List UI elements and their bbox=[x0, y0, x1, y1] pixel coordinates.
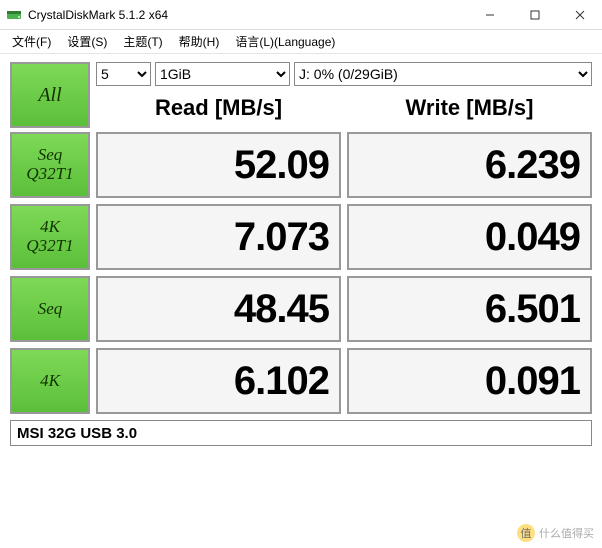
seq-button[interactable]: Seq bbox=[10, 276, 90, 342]
watermark-icon: 值 bbox=[517, 524, 535, 542]
menu-settings[interactable]: 设置(S) bbox=[61, 31, 113, 52]
write-header: Write [MB/s] bbox=[347, 95, 592, 121]
menubar: 文件(F) 设置(S) 主题(T) 帮助(H) 语言(L)(Language) bbox=[0, 30, 602, 54]
seq-write-value: 6.501 bbox=[347, 276, 592, 342]
content-area: All 5 1GiB J: 0% (0/29GiB) Read [MB/s] W… bbox=[0, 54, 602, 452]
parameter-selects: 5 1GiB J: 0% (0/29GiB) bbox=[96, 62, 592, 86]
4k-write-value: 0.091 bbox=[347, 348, 592, 414]
device-name-input[interactable] bbox=[10, 420, 592, 446]
app-icon bbox=[6, 7, 22, 23]
window-title: CrystalDiskMark 5.1.2 x64 bbox=[28, 8, 168, 22]
minimize-button[interactable] bbox=[467, 0, 512, 29]
seq-read-value: 48.45 bbox=[96, 276, 341, 342]
close-button[interactable] bbox=[557, 0, 602, 29]
drive-select[interactable]: J: 0% (0/29GiB) bbox=[294, 62, 592, 86]
4k-q32t1-write-value: 0.049 bbox=[347, 204, 592, 270]
run-all-button[interactable]: All bbox=[10, 62, 90, 128]
maximize-button[interactable] bbox=[512, 0, 557, 29]
read-header: Read [MB/s] bbox=[96, 95, 341, 121]
menu-file[interactable]: 文件(F) bbox=[6, 31, 57, 52]
menu-help[interactable]: 帮助(H) bbox=[173, 31, 226, 52]
seq-q32t1-write-value: 6.239 bbox=[347, 132, 592, 198]
titlebar: CrystalDiskMark 5.1.2 x64 bbox=[0, 0, 602, 30]
menu-theme[interactable]: 主题(T) bbox=[117, 31, 168, 52]
watermark: 值 什么值得买 bbox=[517, 524, 594, 542]
window-controls bbox=[467, 0, 602, 29]
test-size-select[interactable]: 1GiB bbox=[155, 62, 290, 86]
4k-button[interactable]: 4K bbox=[10, 348, 90, 414]
4k-read-value: 6.102 bbox=[96, 348, 341, 414]
4k-q32t1-button[interactable]: 4K Q32T1 bbox=[10, 204, 90, 270]
footer bbox=[10, 420, 592, 446]
menu-language[interactable]: 语言(L)(Language) bbox=[229, 31, 341, 52]
4k-q32t1-read-value: 7.073 bbox=[96, 204, 341, 270]
seq-q32t1-read-value: 52.09 bbox=[96, 132, 341, 198]
runs-select[interactable]: 5 bbox=[96, 62, 151, 86]
seq-q32t1-button[interactable]: Seq Q32T1 bbox=[10, 132, 90, 198]
watermark-text: 什么值得买 bbox=[539, 525, 594, 541]
